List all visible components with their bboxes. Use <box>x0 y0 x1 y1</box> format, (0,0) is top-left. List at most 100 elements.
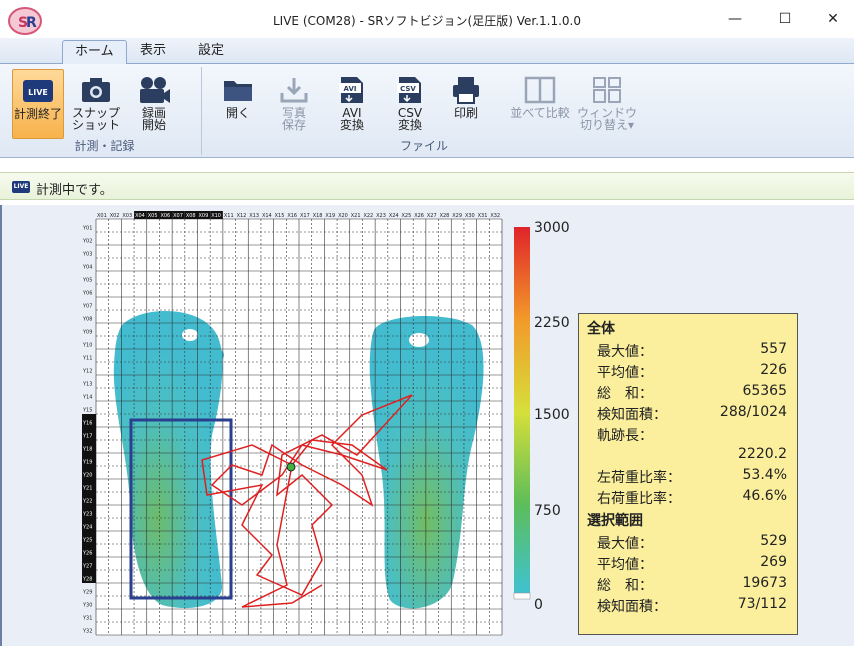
row-label: Y17 <box>82 433 92 439</box>
status-bar: LIVE 計測中です。 <box>0 172 854 200</box>
start-recording-button[interactable]: 録画 開始 <box>128 69 180 139</box>
svg-text:CSV: CSV <box>400 85 416 93</box>
row-label: Y25 <box>82 537 92 543</box>
column-label: X28 <box>440 213 450 219</box>
column-label: X03 <box>122 213 132 219</box>
csv-convert-label: CSV 変換 <box>397 106 423 132</box>
stats-panel: 全体 最大値： 557 平均値： 226 総 和： 65365 検知面積： 288/1024 軌… <box>578 313 798 635</box>
stat-value: 19673 <box>742 575 787 591</box>
column-label: X05 <box>148 213 158 219</box>
snapshot-button[interactable]: スナップ ショット <box>70 69 122 139</box>
color-scale-zero <box>513 592 531 600</box>
measure-group-label: 計測・記録 <box>74 139 135 153</box>
column-label: X21 <box>351 213 361 219</box>
column-label: X10 <box>211 213 221 219</box>
row-label: Y11 <box>82 355 92 361</box>
row-label: Y09 <box>82 329 92 335</box>
stat-label: 検知面積： <box>597 407 667 423</box>
column-label: X13 <box>249 213 259 219</box>
selection-title: 選択範囲 <box>587 513 643 529</box>
column-label: X16 <box>287 213 297 219</box>
print-label: 印刷 <box>453 106 478 120</box>
column-label: X15 <box>275 213 285 219</box>
stat-value: 269 <box>760 554 787 570</box>
column-label: X32 <box>490 213 500 219</box>
ribbon: LIVE 計測終了 スナップ ショット 録画 開始 計測・記録 開く 写真 保存… <box>0 64 854 158</box>
stat-label: 平均値： <box>597 365 653 381</box>
column-label: X17 <box>300 213 310 219</box>
row-label: Y10 <box>82 342 92 348</box>
column-label: X23 <box>376 213 386 219</box>
row-label: Y07 <box>82 303 92 309</box>
row-label: Y29 <box>82 589 92 595</box>
stop-measure-button[interactable]: LIVE 計測終了 <box>12 69 64 139</box>
row-label: Y01 <box>82 225 92 231</box>
minimize-button[interactable]: — <box>712 4 758 34</box>
column-label: X12 <box>237 213 247 219</box>
stat-label: 最大値： <box>597 344 653 360</box>
ribbon-group-measure: LIVE 計測終了 スナップ ショット 録画 開始 計測・記録 <box>8 67 202 155</box>
stat-row: 最大値： 529 <box>587 533 787 553</box>
column-label: X14 <box>262 213 272 219</box>
tab-settings[interactable]: 設定 <box>186 40 236 64</box>
file-group-label: ファイル <box>399 139 448 153</box>
scale-tick-3000: 3000 <box>534 220 570 236</box>
row-labels: Y01 Y02 Y03 Y04 Y05 Y06 Y07 Y08 Y09 Y10 Y11 Y12 Y13 Y… <box>82 225 96 634</box>
color-scale-bar <box>514 227 530 597</box>
overall-title: 全体 <box>587 321 615 337</box>
column-label: X11 <box>224 213 234 219</box>
row-label: Y19 <box>82 459 92 465</box>
stat-value: 46.6% <box>742 488 787 504</box>
stat-label: 総 和： <box>597 386 653 402</box>
row-label: Y14 <box>82 394 92 400</box>
row-label: Y05 <box>82 277 92 283</box>
stat-value: 2220.2 <box>738 446 787 462</box>
stat-value: 53.4% <box>742 467 787 483</box>
printer-icon <box>453 77 479 104</box>
row-label: Y08 <box>82 316 92 322</box>
stat-value: 73/112 <box>737 596 787 612</box>
ribbon-tab-bar: ホーム 表示 設定 <box>0 38 854 65</box>
row-label: Y16 <box>82 420 92 426</box>
open-button[interactable]: 開く <box>212 69 264 139</box>
stat-row: 左荷重比率： 53.4% <box>587 467 787 487</box>
start-recording-label: 録画 開始 <box>141 106 166 132</box>
compare-button[interactable]: 並べて比較 <box>504 69 576 139</box>
tab-home[interactable]: ホーム <box>62 40 127 65</box>
stat-row: 検知面積： 73/112 <box>587 596 787 616</box>
stat-value: 557 <box>760 341 787 357</box>
stat-row: 総 和： 65365 <box>587 383 787 403</box>
scale-tick-750: 750 <box>534 503 561 519</box>
column-label: X26 <box>414 213 424 219</box>
column-label: X27 <box>427 213 437 219</box>
avi-convert-button[interactable]: AVI AVI 変換 <box>326 69 378 139</box>
tab-view[interactable]: 表示 <box>128 40 178 64</box>
scale-tick-2250: 2250 <box>534 315 570 331</box>
column-label: X02 <box>110 213 120 219</box>
ribbon-group-file: 開く 写真 保存 AVI AVI 変換 CSV CSV 変換 印刷 並べて比較 … <box>204 67 644 155</box>
stat-row: 右荷重比率： 46.6% <box>587 488 787 508</box>
stat-value: 529 <box>760 533 787 549</box>
csv-file-icon: CSV <box>397 77 421 103</box>
row-label: Y04 <box>82 264 92 270</box>
save-photo-label: 写真 保存 <box>281 106 306 132</box>
column-label: X22 <box>363 213 373 219</box>
stat-label: 検知面積： <box>597 599 667 615</box>
window-switch-button[interactable]: ウィンドウ 切り替え▾ <box>574 69 640 139</box>
save-photo-button[interactable]: 写真 保存 <box>268 69 320 139</box>
stat-row: 2220.2 <box>587 446 787 466</box>
stat-label: 軌跡長： <box>597 428 653 444</box>
column-label: X18 <box>313 213 323 219</box>
video-camera-icon <box>140 77 170 103</box>
scale-tick-1500: 1500 <box>534 407 570 423</box>
print-button[interactable]: 印刷 <box>440 69 492 139</box>
close-button[interactable]: ✕ <box>810 4 854 34</box>
row-label: Y32 <box>82 628 92 634</box>
measurement-view: X01 X02 X03 X04 X05 X06 X07 X08 X09 X10 X11 X12 X13 X… <box>0 205 854 646</box>
csv-convert-button[interactable]: CSV CSV 変換 <box>384 69 436 139</box>
column-label: X25 <box>402 213 412 219</box>
maximize-button[interactable]: ☐ <box>762 4 808 34</box>
camera-icon <box>82 78 110 102</box>
split-view-icon <box>524 76 556 104</box>
column-label: X29 <box>452 213 462 219</box>
